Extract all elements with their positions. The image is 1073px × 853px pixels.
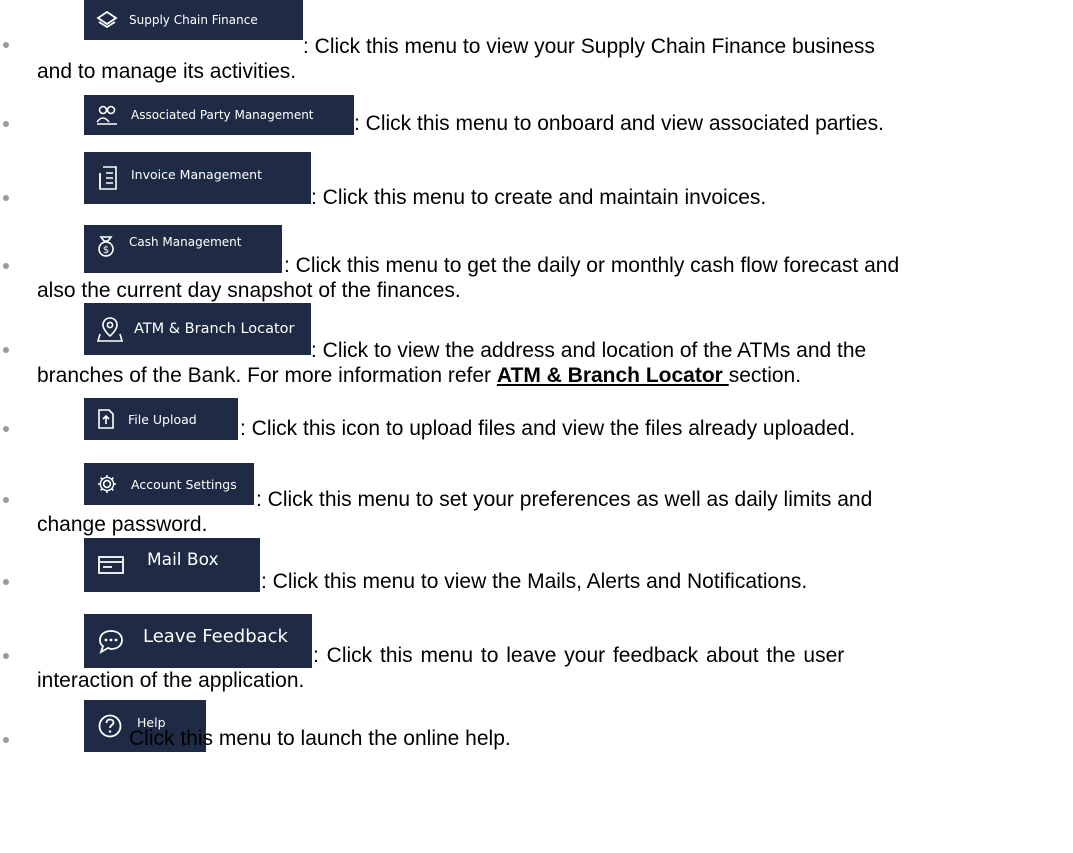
mail-box-button[interactable]: Mail Box <box>84 538 260 592</box>
description-line: : Click this menu to set your preference… <box>256 488 873 511</box>
description-line: : Click this menu to create and maintain… <box>311 186 767 209</box>
mail-box-icon <box>98 556 124 574</box>
button-label: Account Settings <box>131 476 237 492</box>
bullet <box>3 426 9 432</box>
description-line: : Click this menu to leave your feedback… <box>313 644 845 667</box>
bullet <box>3 737 9 743</box>
description-text: branches of the Bank. For more informati… <box>37 364 497 387</box>
description-line-2: also the current day snapshot of the fin… <box>37 279 461 302</box>
cash-management-button[interactable]: $ Cash Management <box>84 225 282 273</box>
description-line: : Click this menu to view the Mails, Ale… <box>261 570 808 593</box>
description-line-2: change password. <box>37 513 208 536</box>
button-label: Invoice Management <box>131 167 263 182</box>
description-line-2: interaction of the application. <box>37 669 305 692</box>
bullet <box>3 653 9 659</box>
description-line: : Click this icon to upload files and vi… <box>240 417 856 440</box>
invoice-management-button[interactable]: Invoice Management <box>84 152 311 204</box>
chat-bubble-icon <box>99 630 123 654</box>
layers-icon <box>96 10 118 29</box>
leave-feedback-button[interactable]: Leave Feedback <box>84 614 312 668</box>
help-circle-icon <box>98 714 122 738</box>
svg-text:$: $ <box>103 245 109 256</box>
button-label: File Upload <box>128 411 197 427</box>
description-line: : Click this menu to view your Supply Ch… <box>303 35 875 58</box>
associated-party-management-button[interactable]: Associated Party Management <box>84 95 354 135</box>
atm-branch-locator-link[interactable]: ATM & Branch Locator <box>497 364 729 387</box>
map-pin-icon <box>96 317 124 342</box>
bullet <box>3 42 9 48</box>
description-line: : Click this menu to onboard and view as… <box>354 112 884 135</box>
supply-chain-finance-button[interactable]: Supply Chain Finance <box>84 0 303 40</box>
description-line: : Click this menu to get the daily or mo… <box>284 254 900 277</box>
button-label: Cash Management <box>129 235 242 249</box>
money-bag-icon: $ <box>98 236 114 257</box>
invoice-icon <box>99 166 117 190</box>
button-label: Leave Feedback <box>143 625 288 647</box>
bullet <box>3 195 9 201</box>
people-icon <box>96 105 117 125</box>
button-label: Associated Party Management <box>131 108 314 122</box>
description-line: Click this menu to launch the online hel… <box>129 727 511 750</box>
atm-branch-locator-button[interactable]: ATM & Branch Locator <box>84 303 311 355</box>
button-label: ATM & Branch Locator <box>134 321 295 337</box>
description-line-2: branches of the Bank. For more informati… <box>37 363 801 388</box>
gear-icon <box>98 475 116 493</box>
description-line: : Click to view the address and location… <box>311 339 867 362</box>
description-text: section. <box>728 364 802 387</box>
description-line-2: and to manage its activities. <box>37 60 297 83</box>
button-label: Supply Chain Finance <box>129 13 258 27</box>
bullet <box>3 347 9 353</box>
file-upload-icon <box>98 409 114 429</box>
bullet <box>3 263 9 269</box>
bullet <box>3 121 9 127</box>
file-upload-button[interactable]: File Upload <box>84 398 238 440</box>
button-label: Mail Box <box>147 550 219 570</box>
account-settings-button[interactable]: Account Settings <box>84 463 254 505</box>
bullet <box>3 579 9 585</box>
bullet <box>3 497 9 503</box>
